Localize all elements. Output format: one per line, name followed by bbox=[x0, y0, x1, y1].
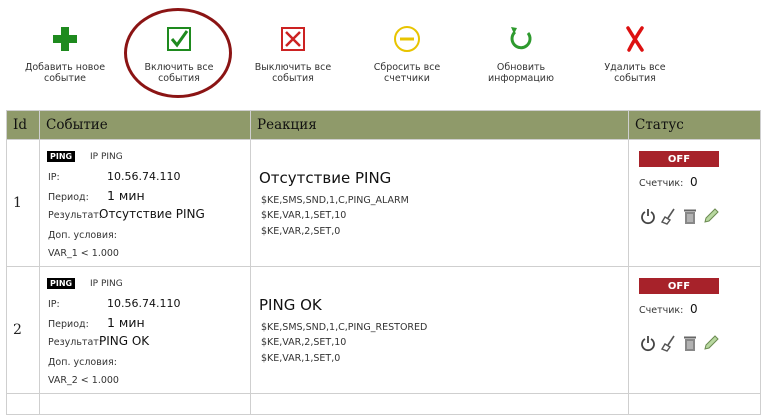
period-value: 1 мин bbox=[107, 315, 145, 330]
reaction-command: $KE,SMS,SND,1,C,PING_ALARM bbox=[261, 195, 409, 206]
ping-badge: PING bbox=[47, 278, 76, 289]
counter-label: Счетчик: bbox=[639, 178, 684, 189]
table-row: 2 PING IP PING IP: 10.56.74.110 Период: … bbox=[6, 266, 761, 394]
trash-icon[interactable] bbox=[681, 207, 699, 225]
header-id: Id bbox=[6, 110, 40, 140]
power-icon[interactable] bbox=[639, 334, 657, 352]
reaction-command: $KE,VAR,2,SET,10 bbox=[261, 337, 347, 348]
cond-value: VAR_2 < 1.000 bbox=[48, 375, 119, 386]
status-toggle[interactable]: OFF bbox=[639, 278, 719, 294]
ip-label: IP: bbox=[48, 172, 60, 183]
cond-value: VAR_1 < 1.000 bbox=[48, 248, 119, 259]
row-id-empty bbox=[6, 393, 40, 415]
refresh-button[interactable]: Обновить информацию bbox=[461, 0, 581, 108]
reaction-command: $KE,VAR,1,SET,10 bbox=[261, 210, 347, 221]
event-cell: PING IP PING IP: 10.56.74.110 Период: 1 … bbox=[39, 139, 251, 267]
event-cell-empty bbox=[39, 393, 251, 415]
counter-value: 0 bbox=[690, 302, 698, 316]
power-icon[interactable] bbox=[639, 207, 657, 225]
reaction-cell: Отсутствие PING $KE,SMS,SND,1,C,PING_ALA… bbox=[250, 139, 629, 267]
reaction-title: Отсутствие PING bbox=[259, 169, 392, 187]
counter-label: Счетчик: bbox=[639, 305, 684, 316]
result-label: Результат: bbox=[48, 337, 103, 348]
period-label: Период: bbox=[48, 192, 89, 203]
delete-all-button[interactable]: Удалить все события bbox=[575, 0, 695, 108]
cond-label: Доп. условия: bbox=[48, 357, 117, 368]
ip-value: 10.56.74.110 bbox=[107, 297, 181, 310]
disable-all-button[interactable]: Выключить все события bbox=[233, 0, 353, 108]
minus-circle-icon bbox=[394, 26, 420, 52]
status-toggle[interactable]: OFF bbox=[639, 151, 719, 167]
plus-icon bbox=[53, 27, 77, 51]
status-cell-empty bbox=[628, 393, 761, 415]
add-event-button[interactable]: Добавить новое событие bbox=[5, 0, 125, 108]
ip-value: 10.56.74.110 bbox=[107, 170, 181, 183]
row-id: 2 bbox=[6, 266, 40, 394]
row-actions bbox=[639, 207, 720, 225]
ping-badge: PING bbox=[47, 151, 76, 162]
header-event: Событие bbox=[39, 110, 251, 140]
pencil-icon[interactable] bbox=[702, 334, 720, 352]
checkbox-icon bbox=[167, 27, 191, 51]
cross-box-icon bbox=[281, 27, 305, 51]
ip-label: IP: bbox=[48, 299, 60, 310]
broom-icon[interactable] bbox=[660, 334, 678, 352]
header-status: Статус bbox=[628, 110, 761, 140]
reaction-command: $KE,VAR,2,SET,0 bbox=[261, 226, 341, 237]
add-event-label: Добавить новое событие bbox=[24, 62, 106, 84]
result-value: PING OK bbox=[99, 334, 150, 348]
row-id: 1 bbox=[6, 139, 40, 267]
toolbar: Добавить новое событие Включить все собы… bbox=[0, 0, 767, 108]
result-value: Отсутствие PING bbox=[99, 207, 205, 221]
result-label: Результат: bbox=[48, 210, 103, 221]
cond-label: Доп. условия: bbox=[48, 230, 117, 241]
broom-icon[interactable] bbox=[660, 207, 678, 225]
reaction-cell: PING OK $KE,SMS,SND,1,C,PING_RESTORED $K… bbox=[250, 266, 629, 394]
reaction-command: $KE,SMS,SND,1,C,PING_RESTORED bbox=[261, 322, 428, 333]
reaction-cell-empty bbox=[250, 393, 629, 415]
enable-all-button[interactable]: Включить все события bbox=[119, 0, 239, 108]
events-table: Id Событие Реакция Статус 1 PING IP PING… bbox=[6, 110, 761, 415]
reset-counters-label: Сбросить все счетчики bbox=[373, 62, 441, 84]
reset-counters-button[interactable]: Сбросить все счетчики bbox=[347, 0, 467, 108]
event-type: IP PING bbox=[90, 152, 123, 162]
disable-all-label: Выключить все события bbox=[254, 62, 332, 84]
pencil-icon[interactable] bbox=[702, 207, 720, 225]
counter-value: 0 bbox=[690, 175, 698, 189]
row-actions bbox=[639, 334, 720, 352]
trash-icon[interactable] bbox=[681, 334, 699, 352]
table-header: Id Событие Реакция Статус bbox=[6, 110, 761, 140]
refresh-icon bbox=[510, 27, 532, 50]
reaction-command: $KE,VAR,1,SET,0 bbox=[261, 353, 341, 364]
status-cell: OFF Счетчик: 0 bbox=[628, 266, 761, 394]
enable-all-label: Включить все события bbox=[144, 62, 214, 84]
table-row: 1 PING IP PING IP: 10.56.74.110 Период: … bbox=[6, 139, 761, 267]
period-value: 1 мин bbox=[107, 188, 145, 203]
refresh-label: Обновить информацию bbox=[488, 62, 554, 84]
status-cell: OFF Счетчик: 0 bbox=[628, 139, 761, 267]
event-cell: PING IP PING IP: 10.56.74.110 Период: 1 … bbox=[39, 266, 251, 394]
delete-all-label: Удалить все события bbox=[604, 62, 666, 84]
header-reaction: Реакция bbox=[250, 110, 629, 140]
reaction-title: PING OK bbox=[259, 296, 322, 314]
event-type: IP PING bbox=[90, 279, 123, 289]
x-icon bbox=[626, 26, 644, 52]
period-label: Период: bbox=[48, 319, 89, 330]
table-row-partial bbox=[6, 393, 761, 415]
